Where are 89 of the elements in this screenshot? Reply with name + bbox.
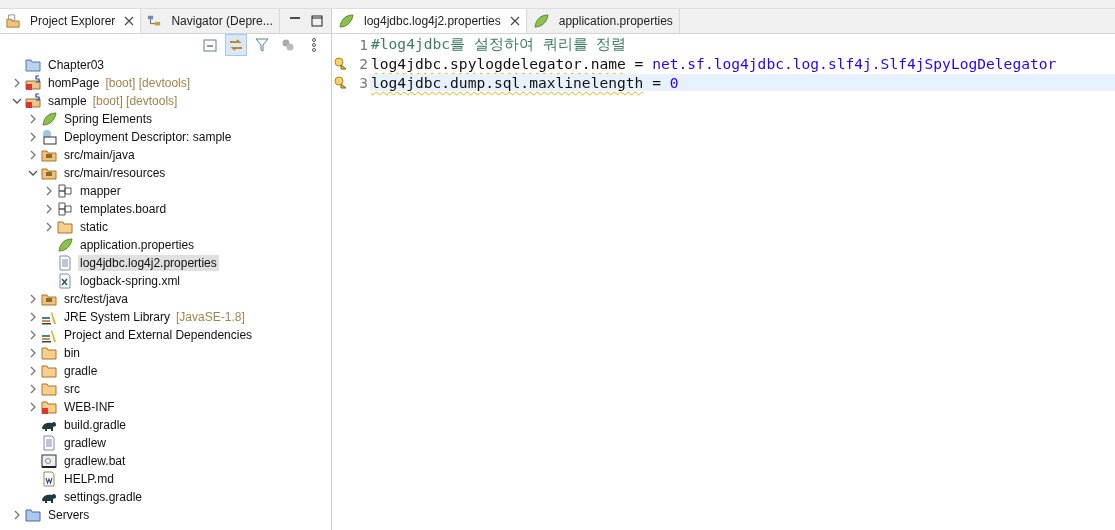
chevron-right-icon[interactable] — [28, 312, 38, 322]
editor-tab[interactable]: log4jdbc.log4j2.properties — [332, 9, 527, 33]
chevron-right-icon[interactable] — [44, 204, 54, 214]
folder-icon — [41, 399, 57, 415]
tree-item[interactable]: Spring Elements — [62, 111, 155, 127]
chevron-down-icon[interactable] — [28, 168, 38, 178]
tree-item[interactable]: gradlew — [62, 435, 109, 451]
warning-bulb-icon[interactable] — [333, 57, 347, 70]
tree-item[interactable]: templates.board — [78, 201, 169, 217]
folder-document-icon — [6, 14, 20, 28]
tree-item[interactable]: settings.gradle — [62, 489, 145, 505]
code-token: #log4jdbc를 설정하여 쿼리를 정렬 — [371, 35, 627, 52]
tree-item[interactable]: sample — [46, 93, 89, 109]
folder-icon — [41, 363, 57, 379]
folder-icon — [25, 507, 41, 523]
folder-icon — [41, 381, 57, 397]
tree-item[interactable]: src/main/java — [62, 147, 137, 163]
chevron-down-icon[interactable] — [12, 96, 22, 106]
tree-item[interactable]: Servers — [46, 507, 92, 523]
leaf-icon — [532, 13, 549, 29]
code-token: net.sf.log4jdbc.log.slf4j.Slf4jSpyLogDelegator — [652, 55, 1057, 72]
document-icon — [57, 255, 73, 271]
tree-item[interactable]: Chapter03 — [46, 57, 107, 73]
tree-item-decoration: [boot] [devtools] — [92, 94, 178, 108]
code-token: = — [633, 55, 645, 72]
tree-item[interactable]: Deployment Descriptor: sample — [62, 129, 234, 145]
tree-item[interactable]: src/main/resources — [62, 165, 168, 181]
code-token: 0 — [669, 74, 679, 91]
link-arrows-icon[interactable] — [225, 34, 247, 56]
tree-item[interactable]: src/test/java — [62, 291, 131, 307]
tree-item[interactable]: static — [78, 219, 110, 235]
folder-icon — [25, 57, 41, 73]
chevron-right-icon[interactable] — [12, 78, 22, 88]
tree-item[interactable]: bin — [62, 345, 82, 361]
tree-item[interactable]: application.properties — [78, 237, 197, 253]
hierarchy-icon — [147, 14, 162, 28]
chevron-right-icon[interactable] — [28, 348, 38, 358]
tree-item[interactable]: homPage — [46, 75, 102, 91]
project-icon — [25, 75, 41, 91]
code-token: log4jdbc.spylogdelegator.name — [371, 55, 626, 72]
package-folder-icon — [41, 147, 57, 163]
close-icon[interactable] — [509, 16, 520, 26]
leaf-icon — [338, 13, 354, 29]
chevron-right-icon[interactable] — [28, 330, 38, 340]
tree-item[interactable]: mapper — [78, 183, 123, 199]
code-token: = — [651, 74, 662, 91]
folder-icon — [57, 219, 73, 235]
warning-bulb-icon[interactable] — [333, 76, 347, 89]
chevron-right-icon[interactable] — [12, 510, 22, 520]
package-icon — [57, 201, 73, 217]
tree-item[interactable]: src — [62, 381, 82, 397]
word-document-icon — [41, 471, 57, 487]
chevron-right-icon[interactable] — [28, 366, 38, 376]
project-icon — [25, 93, 41, 109]
folder-icon — [41, 345, 57, 361]
chevron-right-icon[interactable] — [44, 222, 54, 232]
xml-file-icon — [57, 273, 73, 289]
maximize-icon[interactable] — [311, 15, 323, 27]
tree-item-decoration: [boot] [devtools] — [105, 76, 191, 90]
tree-item[interactable]: JRE System Library — [62, 309, 173, 325]
tree-item[interactable]: WEB-INF — [62, 399, 117, 415]
chevron-right-icon[interactable] — [28, 384, 38, 394]
leaf-icon — [41, 111, 57, 127]
chevron-right-icon[interactable] — [28, 294, 38, 304]
chevron-right-icon[interactable] — [44, 186, 54, 196]
chevron-right-icon[interactable] — [28, 402, 38, 412]
package-icon — [57, 183, 73, 199]
document-icon — [41, 435, 57, 451]
view-tab[interactable]: Project Explorer — [0, 9, 142, 33]
tree-item[interactable]: Project and External Dependencies — [62, 327, 255, 343]
tree-item[interactable]: gradlew.bat — [62, 453, 128, 469]
tree-item[interactable]: log4jdbc.log4j2.properties — [78, 255, 219, 271]
close-icon[interactable] — [124, 16, 135, 26]
chevron-right-icon[interactable] — [28, 150, 38, 160]
editor-tab[interactable]: application.properties — [526, 9, 680, 33]
chevron-right-icon[interactable] — [28, 114, 38, 124]
tree-item[interactable]: gradle — [62, 363, 100, 379]
view-tab[interactable]: Navigator (Depre... — [141, 9, 280, 33]
descriptor-icon — [41, 129, 57, 145]
code-token: log4jdbc.dump.sql.maxlinelength — [371, 74, 644, 91]
tree-item[interactable]: HELP.md — [62, 471, 116, 487]
package-folder-icon — [41, 291, 57, 307]
package-folder-icon — [41, 165, 57, 181]
tree-item[interactable]: build.gradle — [62, 417, 129, 433]
tree-item-decoration: [JavaSE-1.8] — [176, 310, 245, 324]
batch-file-icon — [41, 453, 57, 469]
chevron-right-icon[interactable] — [28, 132, 38, 142]
tree-item[interactable]: logback-spring.xml — [78, 273, 183, 289]
leaf-icon — [57, 237, 73, 253]
